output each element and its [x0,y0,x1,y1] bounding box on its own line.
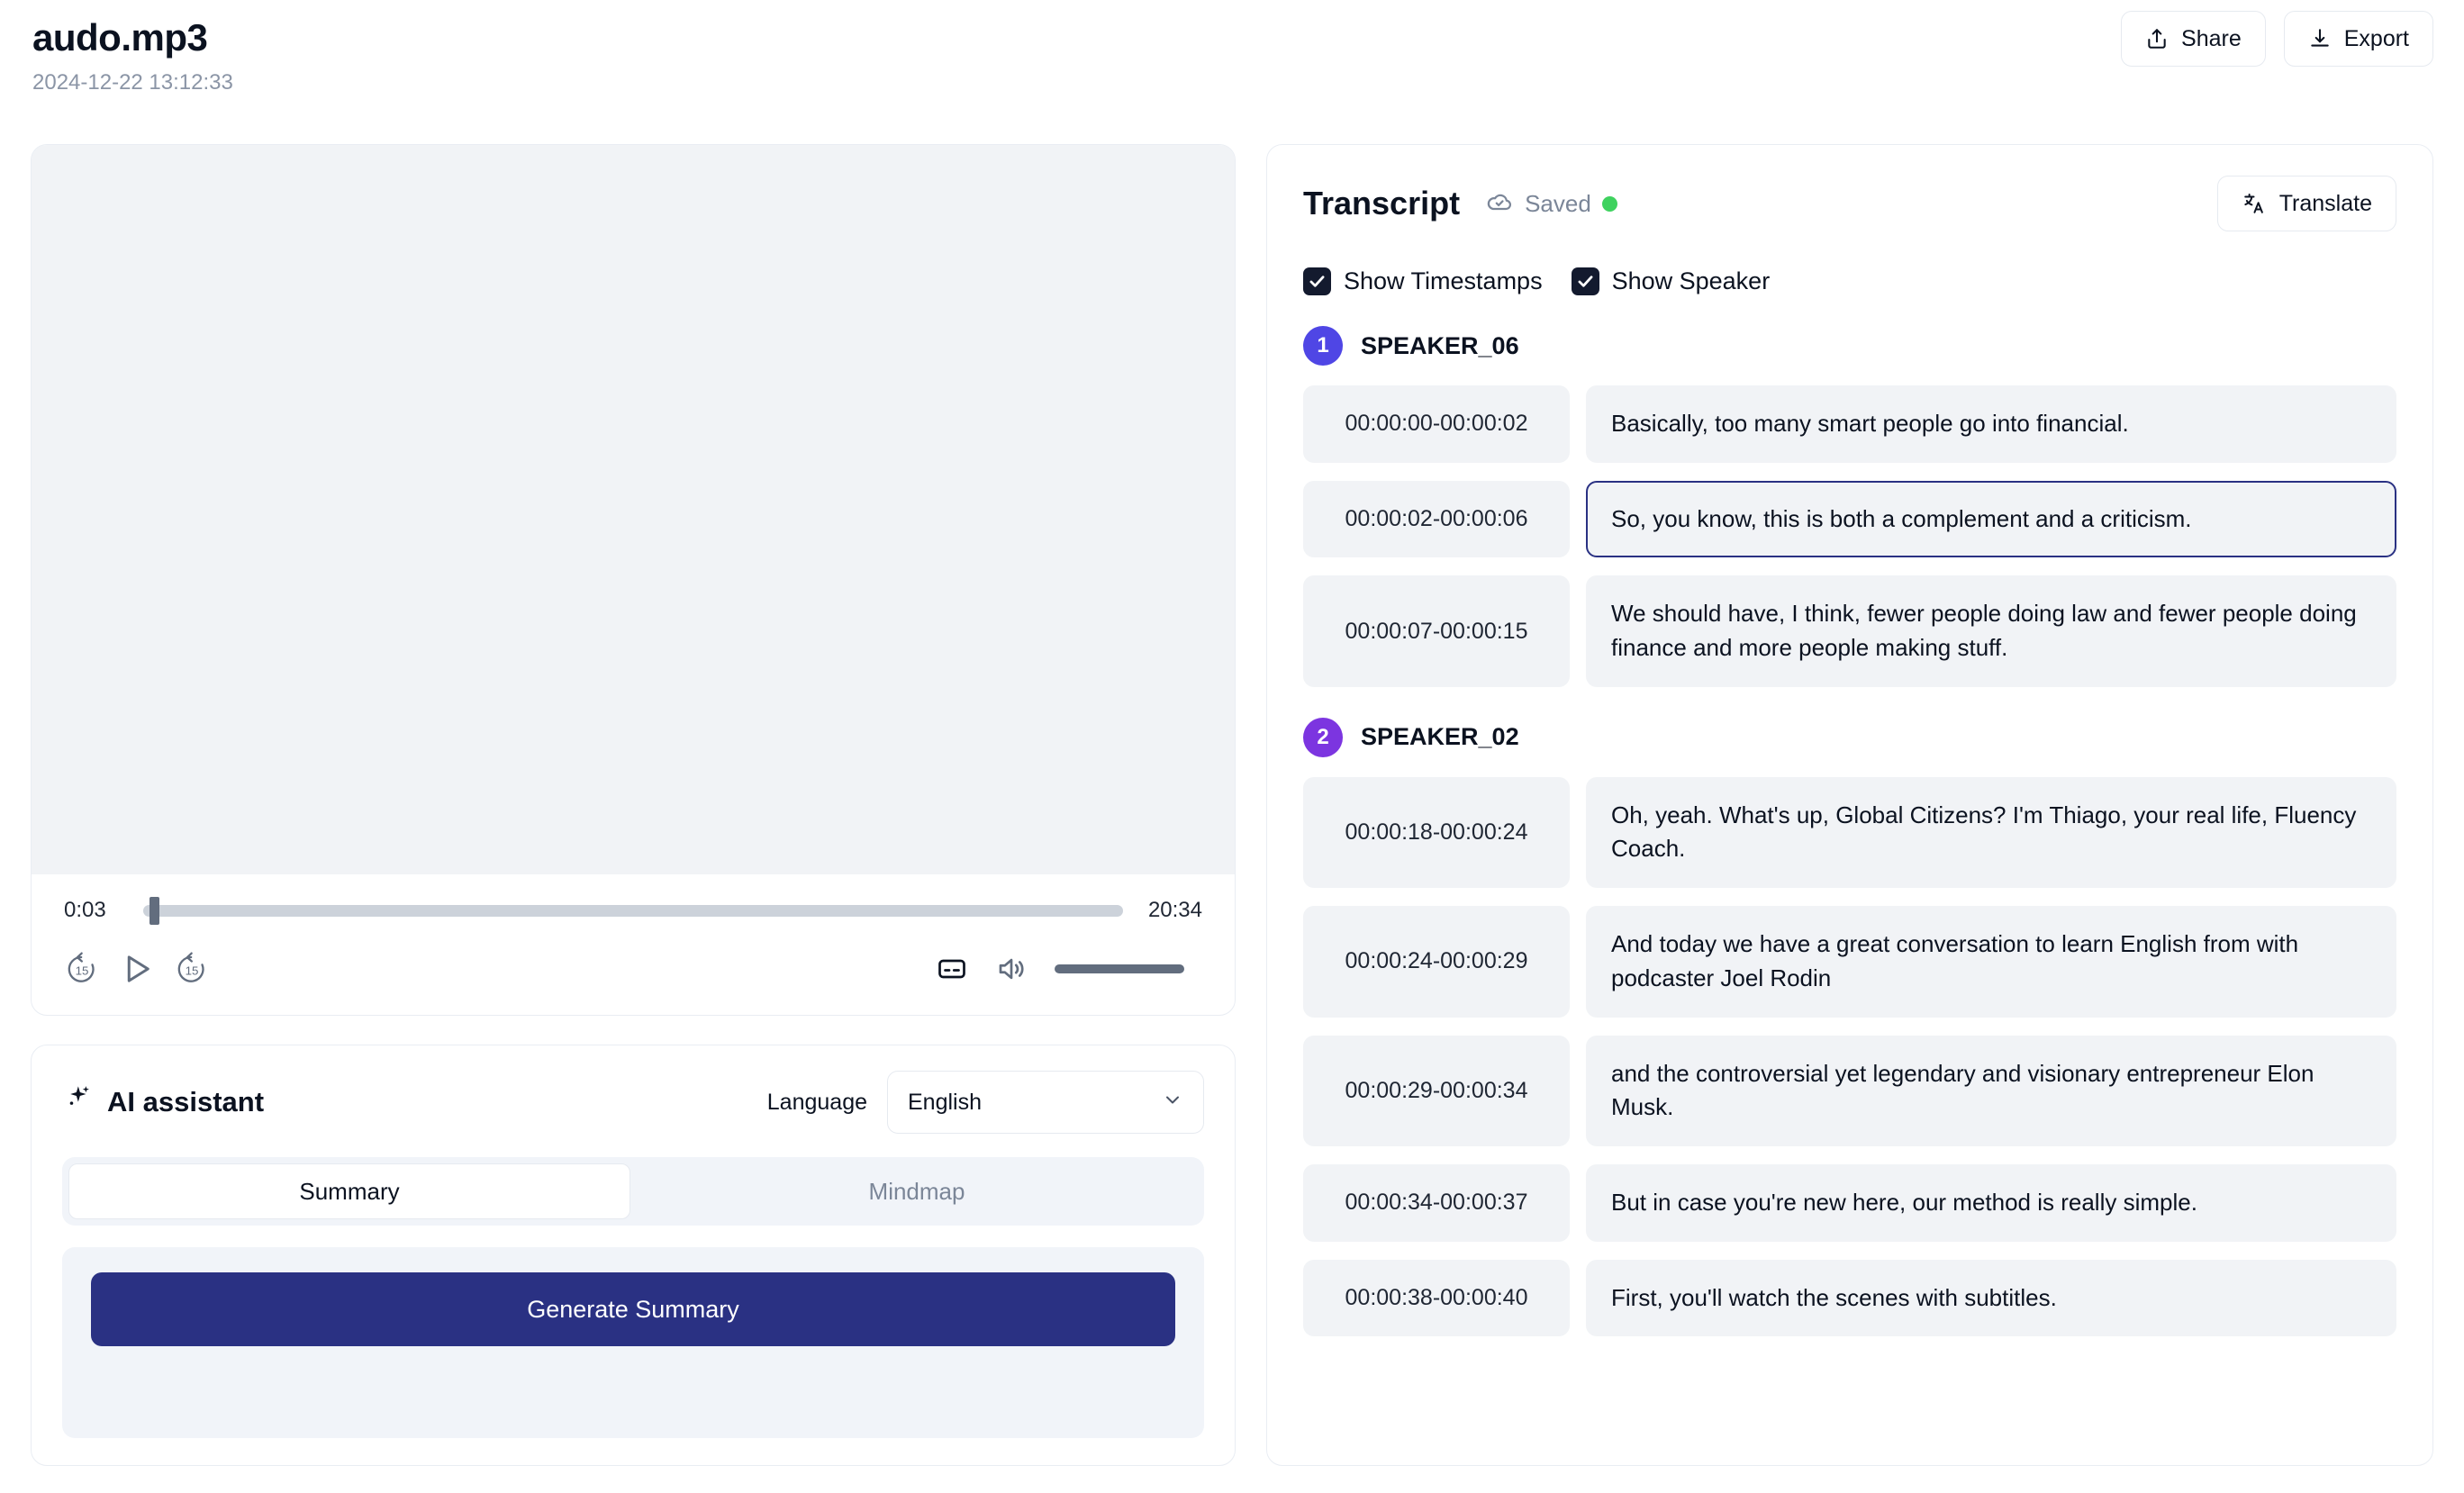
generate-summary-button[interactable]: Generate Summary [91,1272,1175,1346]
svg-text:15: 15 [76,964,89,978]
player-controls: 0:03 20:34 15 [32,874,1235,1015]
progress-slider[interactable] [143,905,1123,917]
transcript-title: Transcript [1303,185,1460,222]
transcript-card: Transcript Saved [1266,144,2433,1466]
language-select[interactable]: English [887,1071,1204,1134]
transport-right [936,953,1202,985]
transcript-segment[interactable]: 00:00:07-00:00:15We should have, I think… [1303,575,2396,686]
ai-assistant-card: AI assistant Language English [31,1045,1236,1466]
segment-timestamp[interactable]: 00:00:24-00:00:29 [1303,906,1570,1017]
header-actions: Share Export [2121,11,2433,67]
translate-icon [2242,191,2267,216]
speaker-row: 1 SPEAKER_06 [1303,326,2396,366]
ai-assistant-title-group: AI assistant [62,1083,264,1121]
ai-assistant-header: AI assistant Language English [62,1071,1204,1134]
cloud-check-icon [1485,187,1514,221]
speaker-name: SPEAKER_06 [1361,332,1519,360]
transcript-header: Transcript Saved [1303,176,2396,231]
segment-text[interactable]: Oh, yeah. What's up, Global Citizens? I'… [1586,777,2396,888]
show-speaker-label: Show Speaker [1612,267,1771,295]
transcript-segments: 1 SPEAKER_06 00:00:00-00:00:02Basically, t… [1303,326,2396,1336]
transcript-segment[interactable]: 00:00:34-00:00:37But in case you're new … [1303,1164,2396,1242]
language-value: English [908,1090,982,1116]
status-badge [1602,196,1617,212]
segment-text[interactable]: But in case you're new here, our method … [1586,1164,2396,1242]
transcript-segment[interactable]: 00:00:18-00:00:24Oh, yeah. What's up, Gl… [1303,777,2396,888]
summary-panel: Generate Summary [62,1247,1204,1438]
segment-text[interactable]: So, you know, this is both a complement … [1586,481,2396,558]
checkbox-checked-icon [1572,267,1599,295]
video-stage[interactable] [32,145,1235,874]
rewind-15-button[interactable]: 15 [64,951,100,987]
forward-15-button[interactable]: 15 [174,951,210,987]
speaker-badge: 2 [1303,718,1343,757]
transcript-segment[interactable]: 00:00:00-00:00:02Basically, too many sma… [1303,385,2396,463]
share-icon [2145,27,2169,50]
segment-text[interactable]: Basically, too many smart people go into… [1586,385,2396,463]
transcript-segment[interactable]: 00:00:29-00:00:34and the controversial y… [1303,1036,2396,1146]
segment-text[interactable]: and the controversial yet legendary and … [1586,1036,2396,1146]
current-time-label: 0:03 [64,898,120,923]
segment-text[interactable]: First, you'll watch the scenes with subt… [1586,1260,2396,1337]
export-label: Export [2344,26,2409,52]
transcript-segment[interactable]: 00:00:38-00:00:40First, you'll watch the… [1303,1260,2396,1337]
segment-timestamp[interactable]: 00:00:34-00:00:37 [1303,1164,1570,1242]
segment-timestamp[interactable]: 00:00:38-00:00:40 [1303,1260,1570,1337]
checkbox-checked-icon [1303,267,1331,295]
page-header: audo.mp3 2024-12-22 13:12:33 Share [0,0,2464,133]
main-content: 0:03 20:34 15 [0,133,2464,1493]
speaker-row: 2 SPEAKER_02 [1303,718,2396,757]
progress-handle[interactable] [149,897,159,925]
page-title: audo.mp3 [32,16,2432,59]
speaker-name: SPEAKER_02 [1361,723,1519,751]
segment-text[interactable]: And today we have a great conversation t… [1586,906,2396,1017]
language-control: Language English [767,1071,1204,1134]
chevron-down-icon [1162,1089,1183,1117]
speaker-badge: 1 [1303,326,1343,366]
share-button[interactable]: Share [2121,11,2266,67]
show-speaker-toggle[interactable]: Show Speaker [1572,267,1771,295]
show-timestamps-toggle[interactable]: Show Timestamps [1303,267,1543,295]
transport-left: 15 [64,950,210,988]
duration-label: 20:34 [1146,898,1202,923]
saved-status: Saved [1485,187,1617,221]
share-label: Share [2181,26,2242,52]
progress-row: 0:03 20:34 [64,898,1202,923]
transcript-segment[interactable]: 00:00:24-00:00:29And today we have a gre… [1303,906,2396,1017]
play-button[interactable] [118,950,156,988]
saved-label: Saved [1525,190,1591,218]
media-player-card: 0:03 20:34 15 [31,144,1236,1016]
segment-timestamp[interactable]: 00:00:29-00:00:34 [1303,1036,1570,1146]
segment-timestamp[interactable]: 00:00:07-00:00:15 [1303,575,1570,686]
transcript-options: Show Timestamps Show Speaker [1303,267,2396,295]
volume-slider[interactable] [1055,964,1184,973]
language-label: Language [767,1090,867,1116]
ai-assistant-label: AI assistant [107,1086,264,1118]
segment-text[interactable]: We should have, I think, fewer people do… [1586,575,2396,686]
file-timestamp: 2024-12-22 13:12:33 [32,70,2432,95]
volume-icon[interactable] [995,953,1028,985]
segment-timestamp[interactable]: 00:00:00-00:00:02 [1303,385,1570,463]
segment-timestamp[interactable]: 00:00:02-00:00:06 [1303,481,1570,558]
svg-text:15: 15 [186,964,199,978]
left-column: 0:03 20:34 15 [31,144,1236,1466]
segment-timestamp[interactable]: 00:00:18-00:00:24 [1303,777,1570,888]
show-timestamps-label: Show Timestamps [1344,267,1543,295]
translate-button[interactable]: Translate [2217,176,2396,231]
tab-summary[interactable]: Summary [68,1163,630,1219]
ai-assistant-tabs: Summary Mindmap [62,1157,1204,1226]
export-button[interactable]: Export [2284,11,2433,67]
tab-mindmap[interactable]: Mindmap [636,1163,1198,1219]
sparkle-icon [62,1083,93,1121]
transport-controls: 15 [64,950,1202,988]
translate-label: Translate [2279,191,2372,217]
transcript-segment[interactable]: 00:00:02-00:00:06So, you know, this is b… [1303,481,2396,558]
subtitles-icon[interactable] [936,953,968,985]
right-column: Transcript Saved [1266,144,2433,1466]
download-icon [2308,27,2332,50]
app-root: audo.mp3 2024-12-22 13:12:33 Share [0,0,2464,1493]
